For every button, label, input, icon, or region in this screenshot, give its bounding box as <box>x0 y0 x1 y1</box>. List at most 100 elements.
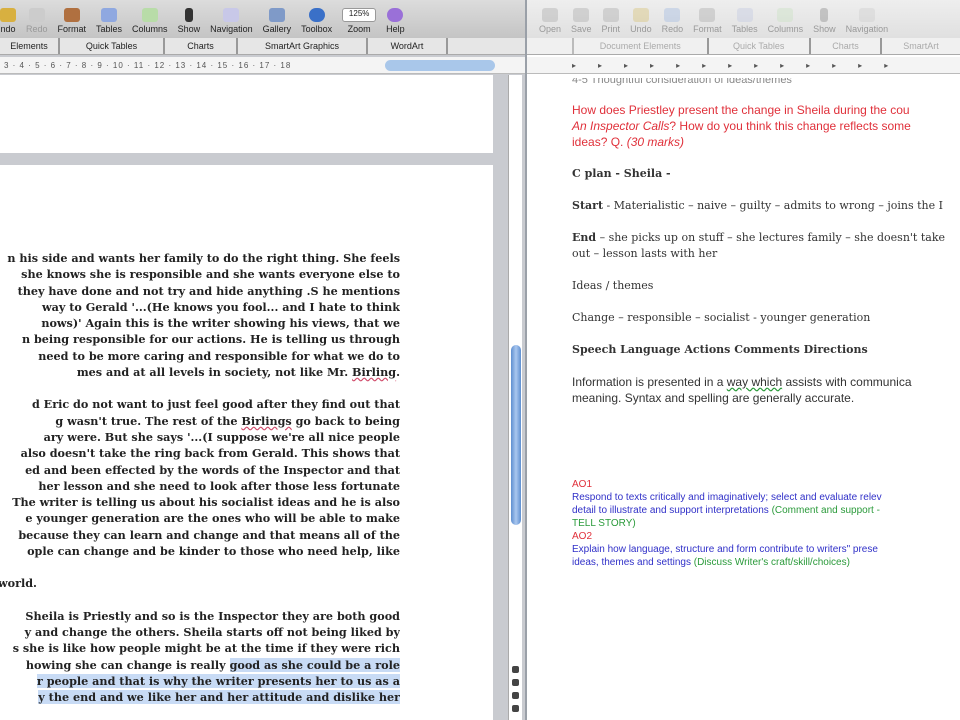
toolbar-help[interactable]: Help <box>386 8 405 34</box>
toolbar-undo[interactable]: Undo <box>630 8 652 34</box>
selected-text[interactable]: y the end and we like her and her attitu… <box>38 690 400 705</box>
publishing-view-icon[interactable] <box>512 692 519 699</box>
toolbar-zoom[interactable]: 125% Zoom <box>342 8 377 34</box>
horizontal-ruler[interactable]: ▸▸▸▸▸▸▸▸▸▸▸▸▸ <box>527 57 960 74</box>
toolbar-toolbox[interactable]: Toolbox <box>301 8 332 34</box>
line: way to Gerald '...(He knows you fool... … <box>41 299 400 314</box>
ao1-label: AO1 <box>572 479 593 490</box>
label: End <box>572 231 597 244</box>
toolbar-navigation[interactable]: Navigation <box>210 8 253 34</box>
horizontal-ruler[interactable]: 3 · 4 · 5 · 6 · 7 · 8 · 9 · 10 · 11 · 12… <box>0 57 525 74</box>
print-layout-icon[interactable] <box>512 705 519 712</box>
line: ideas? Q. <box>572 135 627 149</box>
label: Tables <box>96 24 123 34</box>
toolbar-redo[interactable]: Redo <box>26 8 48 34</box>
open-icon <box>542 8 559 22</box>
tab-smartart[interactable]: SmartArt Graphics <box>238 38 368 54</box>
zoom-select[interactable]: 125% <box>342 8 377 22</box>
help-icon <box>387 8 404 22</box>
page-2[interactable]: n his side and wants her family to do th… <box>0 165 493 720</box>
spelling-error[interactable]: Birlings <box>241 414 291 428</box>
start-line: Start - Materialistic – naive – guilty –… <box>572 198 960 214</box>
ao2-label: AO2 <box>572 531 593 542</box>
line: need to be more caring and responsible f… <box>38 348 400 363</box>
redo-icon <box>28 8 45 22</box>
draft-view-icon[interactable] <box>512 666 519 673</box>
format-icon <box>699 8 716 22</box>
label: Gallery <box>262 24 292 34</box>
play-title: An Inspector Calls <box>572 119 670 133</box>
text: - Materialistic – naive – guilty – admit… <box>603 199 943 212</box>
redo-icon <box>664 8 681 22</box>
label: Navigation <box>845 24 889 34</box>
line: howing she can change is really <box>25 657 230 672</box>
line: also doesn't take the ring back from Ger… <box>20 446 400 461</box>
label: Open <box>539 24 562 34</box>
toolbar-undo[interactable]: ndo <box>0 8 16 34</box>
toolbar-tables[interactable]: Tables <box>732 8 758 34</box>
label: Tables <box>731 24 758 34</box>
essay-question: How does Priestley present the change in… <box>572 102 960 150</box>
toolbar-gallery[interactable]: Gallery <box>262 8 292 34</box>
tab-charts[interactable]: Charts <box>811 38 883 54</box>
toolbar-navigation[interactable]: Navigation <box>845 8 889 34</box>
outline-view-icon[interactable] <box>512 679 519 686</box>
document-body[interactable]: 4-5 Thoughtful consideration of ideas/th… <box>572 78 960 569</box>
text: Information is presented in a <box>572 375 727 389</box>
text: out – lesson lasts with her <box>572 247 718 260</box>
toolbar-show[interactable]: Show <box>177 8 201 34</box>
toolbar-format[interactable]: Format <box>58 8 86 34</box>
toolbar-show[interactable]: Show <box>813 8 836 34</box>
right-word-window: Open Save Print Undo Redo Format Tables … <box>525 0 960 720</box>
toolbox-icon <box>308 8 325 22</box>
tab-smartart[interactable]: SmartArt <box>882 38 960 54</box>
plan-title: C plan - Sheila - <box>572 167 671 180</box>
text: ideas, themes and settings <box>572 557 694 568</box>
tab-charts[interactable]: Charts <box>165 38 238 54</box>
end-line: End – she picks up on stuff – she lectur… <box>572 230 960 262</box>
line: mes and at all levels in society, not li… <box>76 365 353 380</box>
ideas-heading: Ideas / themes <box>572 279 654 292</box>
toolbar-tables[interactable]: Tables <box>96 8 122 34</box>
toolbar-columns[interactable]: Columns <box>132 8 168 34</box>
selected-text[interactable]: r people and that is why the writer pres… <box>36 673 400 688</box>
label: Toolbox <box>301 24 333 34</box>
note: (Discuss Writer's craft/skill/choices) <box>693 557 850 568</box>
label: Show <box>177 24 201 34</box>
undo-icon <box>0 8 16 22</box>
toolbar-save[interactable]: Save <box>571 8 592 34</box>
toolbar-format[interactable]: Format <box>693 8 722 34</box>
label: ndo <box>0 24 16 34</box>
pilcrow-icon <box>184 8 193 22</box>
tab-quick-tables[interactable]: Quick Tables <box>60 38 165 54</box>
toolbar-open[interactable]: Open <box>539 8 561 34</box>
label: Redo <box>661 24 684 34</box>
line: ople can change and be kinder to those w… <box>27 544 400 559</box>
label: Format <box>693 24 722 34</box>
tab-document-elements[interactable]: Document Elements <box>572 38 709 54</box>
line: n his side and wants her family to do th… <box>7 251 400 265</box>
line: because they can learn and change and th… <box>18 527 400 542</box>
label: Undo <box>630 24 652 34</box>
tab-quick-tables[interactable]: Quick Tables <box>709 38 811 54</box>
tab-document-elements[interactable]: Elements <box>0 38 60 54</box>
grammar-error[interactable]: way which <box>727 375 782 389</box>
standard-toolbar: ndo Redo Format Tables Columns Show Navi… <box>0 0 525 38</box>
ao2-text: Explain how language, structure and form… <box>572 543 960 569</box>
paragraph: Sheila is Priestly and so is the Inspect… <box>0 608 400 706</box>
spelling-error[interactable]: Birling <box>352 365 396 379</box>
toolbar-redo[interactable]: Redo <box>661 8 684 34</box>
line: her lesson and she need to look after th… <box>38 478 400 493</box>
tab-wordart[interactable]: WordArt <box>368 38 448 54</box>
toolbar-print[interactable]: Print <box>602 8 620 34</box>
label: Columns <box>767 24 804 34</box>
vertical-scrollbar[interactable] <box>508 75 522 720</box>
selected-text[interactable]: good as she could be a role <box>229 657 400 672</box>
toolbar-columns[interactable]: Columns <box>767 8 804 34</box>
save-icon <box>573 8 590 22</box>
scrollbar-thumb[interactable] <box>511 345 521 525</box>
line: nows)' Again this is the writer showing … <box>41 316 400 331</box>
essay-text: n his side and wants her family to do th… <box>0 250 400 720</box>
text: detail to illustrate and support interpr… <box>572 505 772 516</box>
gallery-icon <box>268 8 285 22</box>
